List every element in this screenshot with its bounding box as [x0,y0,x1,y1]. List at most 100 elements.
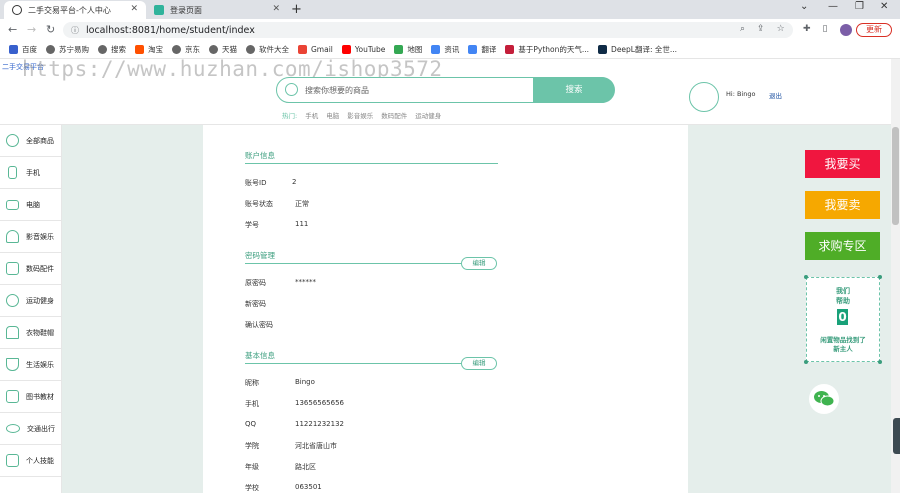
search-bar: 搜索 [276,76,615,103]
hot-item[interactable]: 影音娱乐 [347,110,373,120]
hot-item[interactable]: 数码配件 [381,110,407,120]
section-divider [245,163,498,164]
field-label: 昵称 [245,379,259,387]
bookmark-item[interactable]: 地图 [394,44,422,55]
plus-circle-icon [6,134,19,147]
sidebar-item-label: 手机 [26,168,40,177]
ball-icon [6,294,19,307]
search-input[interactable] [305,82,525,98]
field-label: 账号ID [245,179,267,187]
bookmark-item[interactable]: 搜索 [98,44,126,55]
bookmark-item[interactable]: 软件大全 [246,44,289,55]
sidebar-item-media[interactable]: 影音娱乐 [0,221,62,253]
bookmark-item[interactable]: 资讯 [431,44,459,55]
field-value: 13656565656 [295,399,344,407]
field-value: 路北区 [295,463,316,471]
tab-search-icon[interactable]: ⌄ [800,1,808,12]
bookmark-item[interactable]: 淘宝 [135,44,163,55]
sidebar-item-label: 电脑 [26,200,40,209]
sidebar-item-digital[interactable]: 数码配件 [0,253,62,285]
bookmark-item[interactable]: YouTube [341,45,385,54]
url-field[interactable]: ⓘ localhost:8081/home/student/index [63,22,793,38]
bike-icon [6,424,20,433]
window-close-button[interactable]: ✕ [880,1,888,12]
side-drawer-handle[interactable] [893,418,900,454]
sidebar-item-computer[interactable]: 电脑 [0,189,62,221]
field-value: 正常 [295,200,309,208]
section-title-password: 密码管理 [245,251,275,260]
omnibox-actions: ⌕ ⇪ ☆ [740,24,785,34]
share-icon[interactable]: ⇪ [757,24,765,34]
update-button[interactable]: 更新 [856,23,892,37]
sidebar-item-clothing[interactable]: 衣物鞋帽 [0,317,62,349]
maximize-button[interactable]: ❐ [855,1,864,12]
sidebar-item-label: 运动健身 [26,296,54,305]
field-label: 账号状态 [245,200,273,208]
minimize-button[interactable]: — [828,1,838,12]
globe-icon [246,45,255,54]
sell-button[interactable]: 我要卖 [805,191,880,219]
logout-link[interactable]: 退出 [769,90,782,100]
close-icon[interactable]: ✕ [130,4,138,14]
search-button[interactable]: 搜索 [533,76,615,103]
close-icon[interactable]: ✕ [272,4,280,14]
new-tab-button[interactable]: + [291,2,302,17]
scrollbar-thumb[interactable] [892,127,899,225]
zoom-icon[interactable]: ⌕ [740,24,745,34]
sidebar-item-label: 影音娱乐 [26,232,54,241]
phone-icon [8,166,17,179]
edit-basic-button[interactable]: 编辑 [461,357,497,370]
reload-icon[interactable]: ↻ [46,23,55,36]
tab-personal-center[interactable]: 二手交易平台-个人中心 ✕ [4,1,146,19]
browser-tab-bar: 二手交易平台-个人中心 ✕ 登录页面 ✕ + ⌄ — ❐ ✕ [0,0,900,19]
field-label: QQ [245,420,257,428]
globe-icon [46,45,55,54]
edit-password-button[interactable]: 编辑 [461,257,497,270]
sidebar-item-life[interactable]: 生活娱乐 [0,349,62,381]
sidepanel-icon[interactable]: ▯ [823,24,828,34]
sidebar-item-books[interactable]: 图书教材 [0,381,62,413]
sidebar-item-transport[interactable]: 交通出行 [0,413,62,445]
tv-icon [6,454,19,467]
baidu-icon [9,45,18,54]
tab-login-page[interactable]: 登录页面 ✕ [146,1,288,19]
forward-arrow-icon[interactable]: → [27,23,36,36]
star-icon[interactable]: ☆ [777,24,785,34]
bookmark-item[interactable]: 基于Python的天气... [505,44,589,55]
avatar[interactable] [689,82,719,112]
field-label: 学校 [245,484,259,492]
bookmark-item[interactable]: 苏宁易购 [46,44,89,55]
field-label: 新密码 [245,300,266,308]
bookmark-item[interactable]: 京东 [172,44,200,55]
field-value: 2 [292,178,297,186]
sidebar-item-label: 数码配件 [26,264,54,273]
bookmark-item[interactable]: DeepL翻译: 全世... [598,44,677,55]
sidebar-item-all[interactable]: 全部商品 [0,125,62,157]
field-label: 手机 [245,400,259,408]
bookmark-item[interactable]: 翻译 [468,44,496,55]
hot-item[interactable]: 运动健身 [415,110,441,120]
sidebar-item-sports[interactable]: 运动健身 [0,285,62,317]
corner-dot [878,275,882,279]
wanted-zone-button[interactable]: 求购专区 [805,232,880,260]
wechat-icon[interactable] [809,384,839,414]
translate-icon [468,45,478,54]
hot-item[interactable]: 手机 [305,110,318,120]
sidebar-item-phone[interactable]: 手机 [0,157,62,189]
globe-icon [209,45,218,54]
sidebar-item-skills[interactable]: 个人技能 [0,445,62,477]
help-title: 我们 帮助 [836,286,850,305]
extensions-icon[interactable]: ✚ [803,24,811,34]
sidebar-item-label: 生活娱乐 [26,360,54,369]
csdn-icon [505,45,515,54]
bookmark-item[interactable]: 天猫 [209,44,237,55]
sidebar-item-label: 全部商品 [26,136,54,145]
bookmark-item[interactable]: 百度 [9,44,37,55]
back-arrow-icon[interactable]: ← [8,23,17,36]
info-icon[interactable]: ⓘ [71,25,79,36]
profile-avatar[interactable] [840,24,852,36]
buy-button[interactable]: 我要买 [805,150,880,178]
bookmark-item[interactable]: Gmail [298,45,333,54]
hot-item[interactable]: 电脑 [326,110,339,120]
field-label: 学院 [245,442,259,450]
